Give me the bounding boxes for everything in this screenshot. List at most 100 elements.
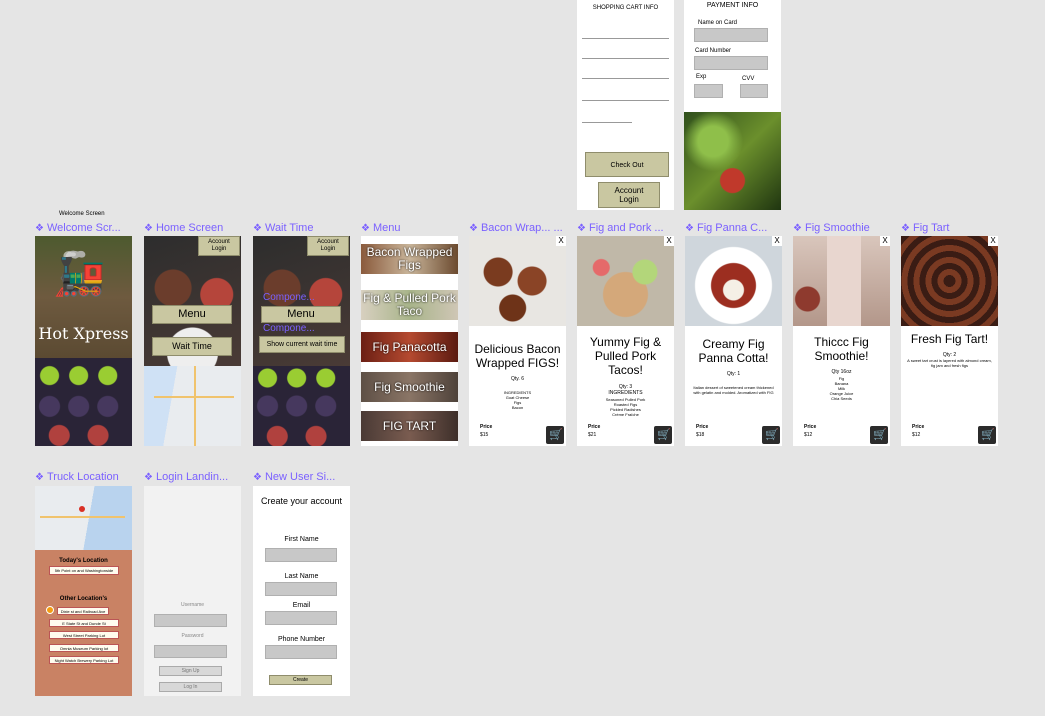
cart-icon: 🛒	[981, 429, 995, 441]
home-menu-button[interactable]: Menu	[152, 305, 232, 324]
cart-icon: 🛒	[657, 429, 671, 441]
frame-label-figpork[interactable]: ❖ Fig and Pork ...	[577, 222, 674, 234]
component-icon: ❖	[253, 472, 262, 483]
component-icon: ❖	[793, 223, 802, 234]
email-input[interactable]	[265, 611, 337, 625]
wait-frame: Account Login Compone... Menu Compone...…	[253, 236, 350, 446]
password-label: Password	[181, 633, 204, 639]
map-pin-icon	[79, 506, 85, 512]
figpork-frame: X Yummy Fig & Pulled Pork Tacos! Qty: 3 …	[577, 236, 674, 446]
component-icon: ❖	[144, 472, 153, 483]
other-location-item[interactable]: Omnia Museum Parking lot	[49, 644, 119, 652]
frame-label-text: Wait Time	[264, 222, 314, 234]
payment-frame: PAYMENT INFO Name on Card Card Number Ex…	[684, 0, 781, 210]
other-location-item[interactable]: West Street Parking Lot	[49, 631, 119, 639]
menu-item-panna[interactable]: Fig Panacotta	[361, 332, 458, 362]
frame-label-truck[interactable]: ❖ Truck Location	[35, 471, 132, 483]
password-input[interactable]	[154, 645, 227, 658]
close-button[interactable]: X	[988, 236, 998, 246]
wait-menu-button[interactable]: Menu	[261, 306, 341, 323]
create-button[interactable]: Create	[269, 675, 332, 685]
cart-icon: 🛒	[873, 429, 887, 441]
frame-label-home[interactable]: ❖ Home Screen	[144, 222, 241, 234]
frame-label-menu[interactable]: ❖ Menu	[361, 222, 458, 234]
price-value: $12	[912, 432, 921, 438]
bacon-figs-photo	[469, 236, 566, 326]
add-to-cart-button[interactable]: 🛒	[546, 426, 564, 444]
frame-label-newuser[interactable]: ❖ New User Si...	[253, 471, 350, 483]
price-label: Price	[804, 424, 817, 430]
phone-input[interactable]	[265, 645, 337, 659]
last-name-label: Last Name	[284, 573, 319, 580]
frame-label-login[interactable]: ❖ Login Landin...	[144, 471, 241, 483]
other-location-item[interactable]: E State St and Dunde St	[49, 619, 119, 627]
close-button[interactable]: X	[664, 236, 674, 246]
cvv-input[interactable]	[740, 84, 768, 98]
home-account-login-button[interactable]: Account Login	[198, 236, 240, 256]
other-heading: Other Location's	[59, 596, 108, 602]
frame-label-wait[interactable]: ❖ Wait Time	[253, 222, 350, 234]
menu-item-label: Fig Smoothie	[374, 380, 445, 394]
close-button[interactable]: X	[880, 236, 890, 246]
menu-item-tart[interactable]: FIG TART	[361, 411, 458, 441]
frame-label-smoothie[interactable]: ❖ Fig Smoothie	[793, 222, 890, 234]
menu-item-label: FIG TART	[382, 419, 437, 433]
frame-label-tart[interactable]: ❖ Fig Tart	[901, 222, 998, 234]
cart-line	[582, 78, 669, 79]
panna-cotta-photo	[685, 236, 782, 326]
home-wait-time-button[interactable]: Wait Time	[152, 337, 232, 356]
frame-label-text: Fig Smoothie	[804, 222, 870, 234]
wait-account-login-button[interactable]: Account Login	[307, 236, 349, 256]
frame-label-text: Bacon Wrap... ...	[480, 222, 563, 234]
cart-icon: 🛒	[765, 429, 779, 441]
component-instance-1[interactable]: Compone...	[263, 292, 315, 303]
menu-frame: Bacon Wrapped Figs Fig & Pulled Pork Tac…	[361, 236, 458, 446]
item-title: Delicious Bacon Wrapped FIGS!	[474, 342, 561, 370]
fig-tart-photo	[901, 236, 998, 326]
component-icon: ❖	[901, 223, 910, 234]
cart-line	[582, 122, 632, 123]
price-value: $15	[480, 432, 489, 438]
component-icon: ❖	[577, 223, 586, 234]
login-button[interactable]: Log In	[159, 682, 222, 692]
add-to-cart-button[interactable]: 🛒	[762, 426, 780, 444]
menu-item-label: Bacon Wrapped Figs	[366, 245, 453, 272]
signup-button[interactable]: Sign Up	[159, 666, 222, 676]
username-label: Username	[180, 602, 205, 608]
menu-item-figpork[interactable]: Fig & Pulled Pork Taco	[361, 290, 458, 320]
component-instance-2[interactable]: Compone...	[263, 323, 315, 334]
frame-label-text: Login Landin...	[155, 471, 229, 483]
username-input[interactable]	[154, 614, 227, 627]
cart-account-login-button[interactable]: Account Login	[598, 182, 660, 208]
price-label: Price	[480, 424, 493, 430]
login-frame: Username Password Sign Up Log In	[144, 486, 241, 696]
name-on-card-input[interactable]	[694, 28, 768, 42]
cart-line	[582, 100, 669, 101]
price-value: $18	[696, 432, 705, 438]
figs-photo	[253, 366, 350, 446]
frame-label-welcome[interactable]: ❖ Welcome Scr...	[35, 222, 132, 234]
frame-label-panna[interactable]: ❖ Fig Panna C...	[685, 222, 782, 234]
last-name-input[interactable]	[265, 582, 337, 596]
menu-item-smoothie[interactable]: Fig Smoothie	[361, 372, 458, 402]
map-thumbnail	[144, 366, 241, 446]
close-button[interactable]: X	[772, 236, 782, 246]
map-road	[40, 516, 125, 518]
add-to-cart-button[interactable]: 🛒	[870, 426, 888, 444]
frame-label-bacon[interactable]: ❖ Bacon Wrap... ...	[469, 222, 566, 234]
checkout-button[interactable]: Check Out	[585, 152, 669, 177]
email-label: Email	[292, 602, 311, 609]
price-value: $12	[804, 432, 813, 438]
menu-item-label: Fig & Pulled Pork Taco	[363, 291, 456, 318]
card-number-input[interactable]	[694, 56, 768, 70]
show-wait-time-button[interactable]: Show current wait time	[259, 336, 345, 353]
first-name-input[interactable]	[265, 548, 337, 562]
exp-input[interactable]	[694, 84, 723, 98]
other-location-item[interactable]: Dixie st and Railroad Ave	[57, 607, 109, 615]
menu-item-bacon[interactable]: Bacon Wrapped Figs	[361, 244, 458, 274]
add-to-cart-button[interactable]: 🛒	[978, 426, 996, 444]
add-to-cart-button[interactable]: 🛒	[654, 426, 672, 444]
other-location-item[interactable]: Night Watch Brewery Parking Lot	[49, 656, 119, 664]
close-button[interactable]: X	[556, 236, 566, 246]
smoothie-frame: X Thiccc Fig Smoothie! Qty 16oz Fig Bana…	[793, 236, 890, 446]
